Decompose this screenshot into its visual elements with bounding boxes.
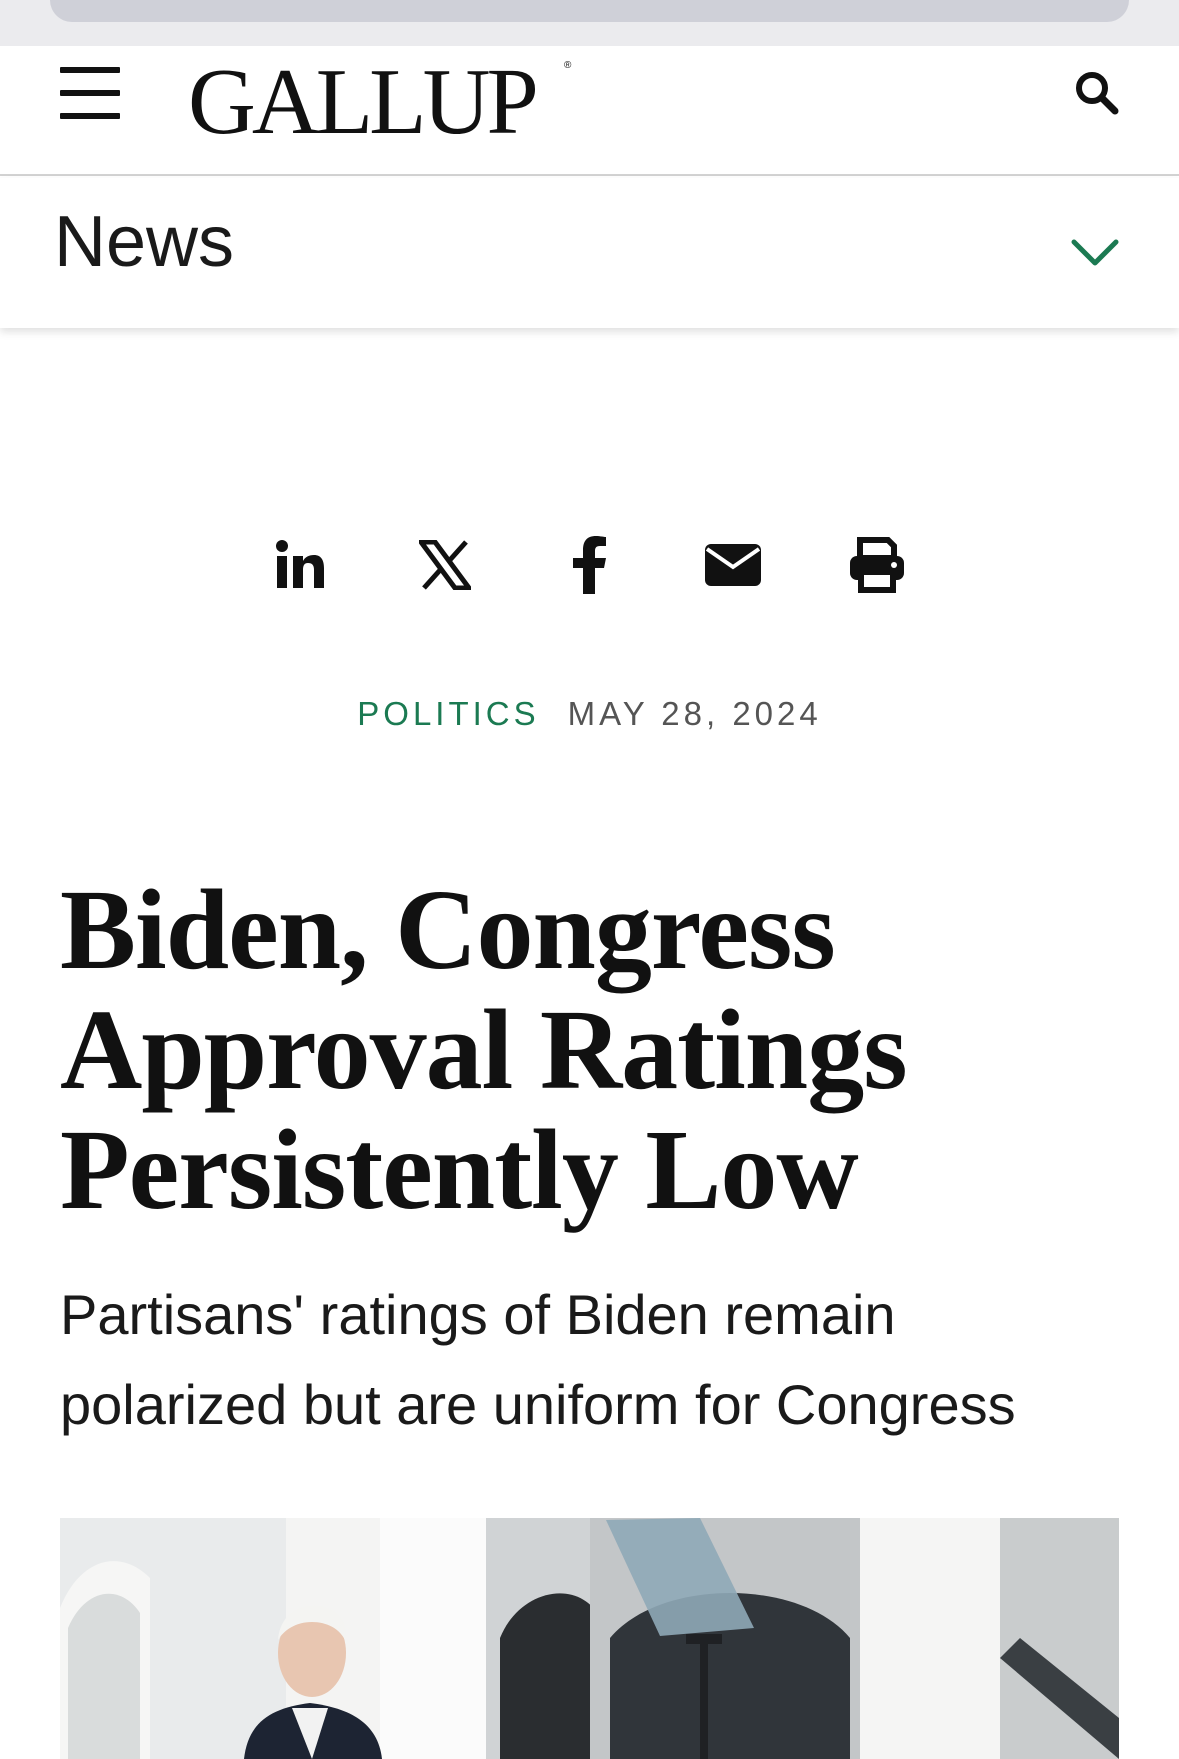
- publish-date: MAY 28, 2024: [567, 695, 822, 732]
- site-header: GALLUP ®: [0, 46, 1179, 176]
- hero-photo: [60, 1518, 1119, 1759]
- article-title-line: Biden, Congress: [60, 866, 836, 993]
- article-meta: POLITICS MAY 28, 2024: [0, 692, 1179, 736]
- print-icon[interactable]: [842, 530, 912, 600]
- article-subtitle: Partisans' ratings of Biden remain polar…: [60, 1270, 1140, 1450]
- article-subtitle-line: Partisans' ratings of Biden remain: [60, 1283, 896, 1346]
- article-title-line: Persistently Low: [60, 1106, 859, 1233]
- registered-mark: ®: [564, 60, 572, 71]
- gallup-logo[interactable]: GALLUP: [188, 52, 539, 152]
- chevron-down-icon[interactable]: [1070, 232, 1120, 272]
- share-toolbar: [0, 530, 1179, 600]
- x-twitter-icon[interactable]: [410, 530, 480, 600]
- address-bar[interactable]: [50, 0, 1129, 22]
- section-label: News: [54, 202, 235, 282]
- article-title-line: Approval Ratings: [60, 986, 908, 1113]
- browser-chrome: [0, 0, 1179, 46]
- article-subtitle-line: polarized but are uniform for Congress: [60, 1373, 1016, 1436]
- linkedin-icon[interactable]: [265, 530, 335, 600]
- section-dropdown[interactable]: News: [0, 178, 1179, 328]
- email-icon[interactable]: [698, 530, 768, 600]
- category-link[interactable]: POLITICS: [357, 695, 539, 732]
- hamburger-menu-icon[interactable]: [60, 67, 120, 119]
- article-title: Biden, Congress Approval Ratings Persist…: [60, 870, 1120, 1230]
- facebook-icon[interactable]: [554, 530, 624, 600]
- search-icon[interactable]: [1072, 68, 1122, 118]
